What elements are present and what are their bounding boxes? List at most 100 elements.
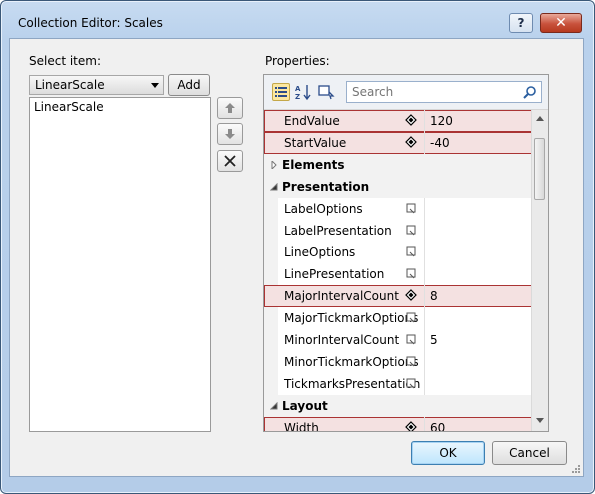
property-name: LabelPresentation xyxy=(284,224,392,238)
local-value-icon[interactable] xyxy=(405,421,417,431)
property-row[interactable]: MajorIntervalCount 8 xyxy=(264,285,532,307)
row-gutter xyxy=(264,241,278,263)
collapsed-triangle-icon[interactable] xyxy=(270,161,278,169)
column-divider xyxy=(424,241,425,263)
column-divider xyxy=(424,198,425,220)
column-divider xyxy=(424,417,425,431)
property-row[interactable]: Width 60 xyxy=(264,417,532,431)
property-marker-icon[interactable] xyxy=(405,245,417,257)
resize-grip-icon[interactable] xyxy=(570,463,580,473)
ok-button[interactable]: OK xyxy=(411,441,485,465)
property-marker-icon[interactable] xyxy=(405,311,417,323)
property-row[interactable]: StartValue -40 xyxy=(264,132,532,154)
property-name: StartValue xyxy=(284,136,347,150)
property-marker-icon[interactable] xyxy=(405,333,417,345)
property-row[interactable]: EndValue 120 xyxy=(264,110,532,132)
property-value[interactable]: 8 xyxy=(430,289,438,303)
row-gutter xyxy=(264,351,278,373)
property-row[interactable]: LabelPresentation xyxy=(264,220,532,242)
property-name: MajorTickmarkOptions xyxy=(284,311,419,325)
property-row[interactable]: MajorTickmarkOptions xyxy=(264,307,532,329)
row-gutter xyxy=(264,132,278,154)
property-name: Width xyxy=(284,421,319,431)
property-value[interactable]: 120 xyxy=(430,114,453,128)
row-gutter xyxy=(264,285,278,307)
column-divider xyxy=(424,285,425,307)
scrollbar-thumb[interactable] xyxy=(534,138,545,200)
arrow-down-icon xyxy=(225,129,235,139)
property-row[interactable]: LinePresentation xyxy=(264,263,532,285)
scale-type-combo[interactable]: LinearScale xyxy=(29,75,164,95)
events-icon[interactable] xyxy=(317,83,335,101)
expanded-triangle-icon[interactable] xyxy=(270,402,278,410)
category-name: Elements xyxy=(282,158,345,172)
remove-button[interactable] xyxy=(217,150,243,172)
window-title: Collection Editor: Scales xyxy=(18,16,163,30)
property-marker-icon[interactable] xyxy=(405,355,417,367)
column-divider xyxy=(424,110,425,132)
move-down-button[interactable] xyxy=(217,123,243,145)
dialog-client-area: Select item: LinearScale Add LinearScale… xyxy=(9,38,584,477)
property-value[interactable]: 5 xyxy=(430,333,438,347)
property-value[interactable]: -40 xyxy=(430,136,450,150)
property-name: LabelOptions xyxy=(284,202,363,216)
property-name: MinorIntervalCount xyxy=(284,333,400,347)
local-value-icon[interactable] xyxy=(405,136,417,148)
property-row[interactable]: MinorTickmarkOptions xyxy=(264,351,532,373)
category-row[interactable]: Elements xyxy=(264,154,532,176)
column-divider xyxy=(424,373,425,395)
local-value-icon[interactable] xyxy=(405,289,417,301)
property-row[interactable]: LabelOptions xyxy=(264,198,532,220)
row-gutter xyxy=(264,110,278,132)
property-name: TickmarksPresentation xyxy=(284,377,421,391)
delete-icon xyxy=(224,155,236,167)
property-marker-icon[interactable] xyxy=(405,377,417,389)
row-gutter xyxy=(264,307,278,329)
category-name: Layout xyxy=(282,399,328,413)
cancel-button[interactable]: Cancel xyxy=(492,441,567,465)
local-value-icon[interactable] xyxy=(405,114,417,126)
property-rows: EndValue 120 StartValue -40 Elements Presenta… xyxy=(264,110,532,431)
expanded-triangle-icon[interactable] xyxy=(270,183,278,191)
column-divider xyxy=(424,351,425,373)
search-input[interactable] xyxy=(352,84,522,100)
property-value[interactable]: 60 xyxy=(430,421,445,431)
close-button[interactable]: ✕ xyxy=(540,13,582,33)
help-button[interactable]: ? xyxy=(509,13,533,33)
select-item-label: Select item: xyxy=(29,54,101,68)
search-icon[interactable] xyxy=(523,85,537,99)
column-divider xyxy=(424,307,425,329)
categorized-view-icon[interactable] xyxy=(272,83,290,101)
column-divider xyxy=(424,329,425,351)
property-name: EndValue xyxy=(284,114,340,128)
vertical-scrollbar[interactable] xyxy=(531,110,548,431)
property-row[interactable]: LineOptions xyxy=(264,241,532,263)
row-gutter xyxy=(264,329,278,351)
alphabetical-sort-icon[interactable]: AZ xyxy=(294,83,312,101)
list-item[interactable]: LinearScale xyxy=(34,100,104,114)
property-grid-toolbar: AZ xyxy=(264,75,548,110)
scroll-up-arrow-icon[interactable] xyxy=(536,116,544,121)
svg-text:Z: Z xyxy=(295,93,300,101)
row-gutter xyxy=(264,373,278,395)
title-bar[interactable]: Collection Editor: Scales ? ✕ xyxy=(1,1,594,37)
property-row[interactable]: MinorIntervalCount 5 xyxy=(264,329,532,351)
category-row[interactable]: Presentation xyxy=(264,176,532,198)
category-row[interactable]: Layout xyxy=(264,395,532,417)
svg-text:A: A xyxy=(295,85,301,93)
property-row[interactable]: TickmarksPresentation xyxy=(264,373,532,395)
arrow-up-icon xyxy=(225,103,235,113)
chevron-down-icon xyxy=(151,83,159,88)
items-listbox[interactable]: LinearScale xyxy=(29,97,211,432)
move-up-button[interactable] xyxy=(217,97,243,119)
search-box[interactable] xyxy=(346,81,542,103)
property-name: MinorTickmarkOptions xyxy=(284,355,419,369)
property-marker-icon[interactable] xyxy=(405,224,417,236)
property-marker-icon[interactable] xyxy=(405,202,417,214)
add-button[interactable]: Add xyxy=(168,74,210,96)
property-name: MajorIntervalCount xyxy=(284,289,399,303)
column-divider xyxy=(424,220,425,242)
scroll-down-arrow-icon[interactable] xyxy=(536,418,544,423)
property-marker-icon[interactable] xyxy=(405,267,417,279)
row-gutter xyxy=(264,263,278,285)
